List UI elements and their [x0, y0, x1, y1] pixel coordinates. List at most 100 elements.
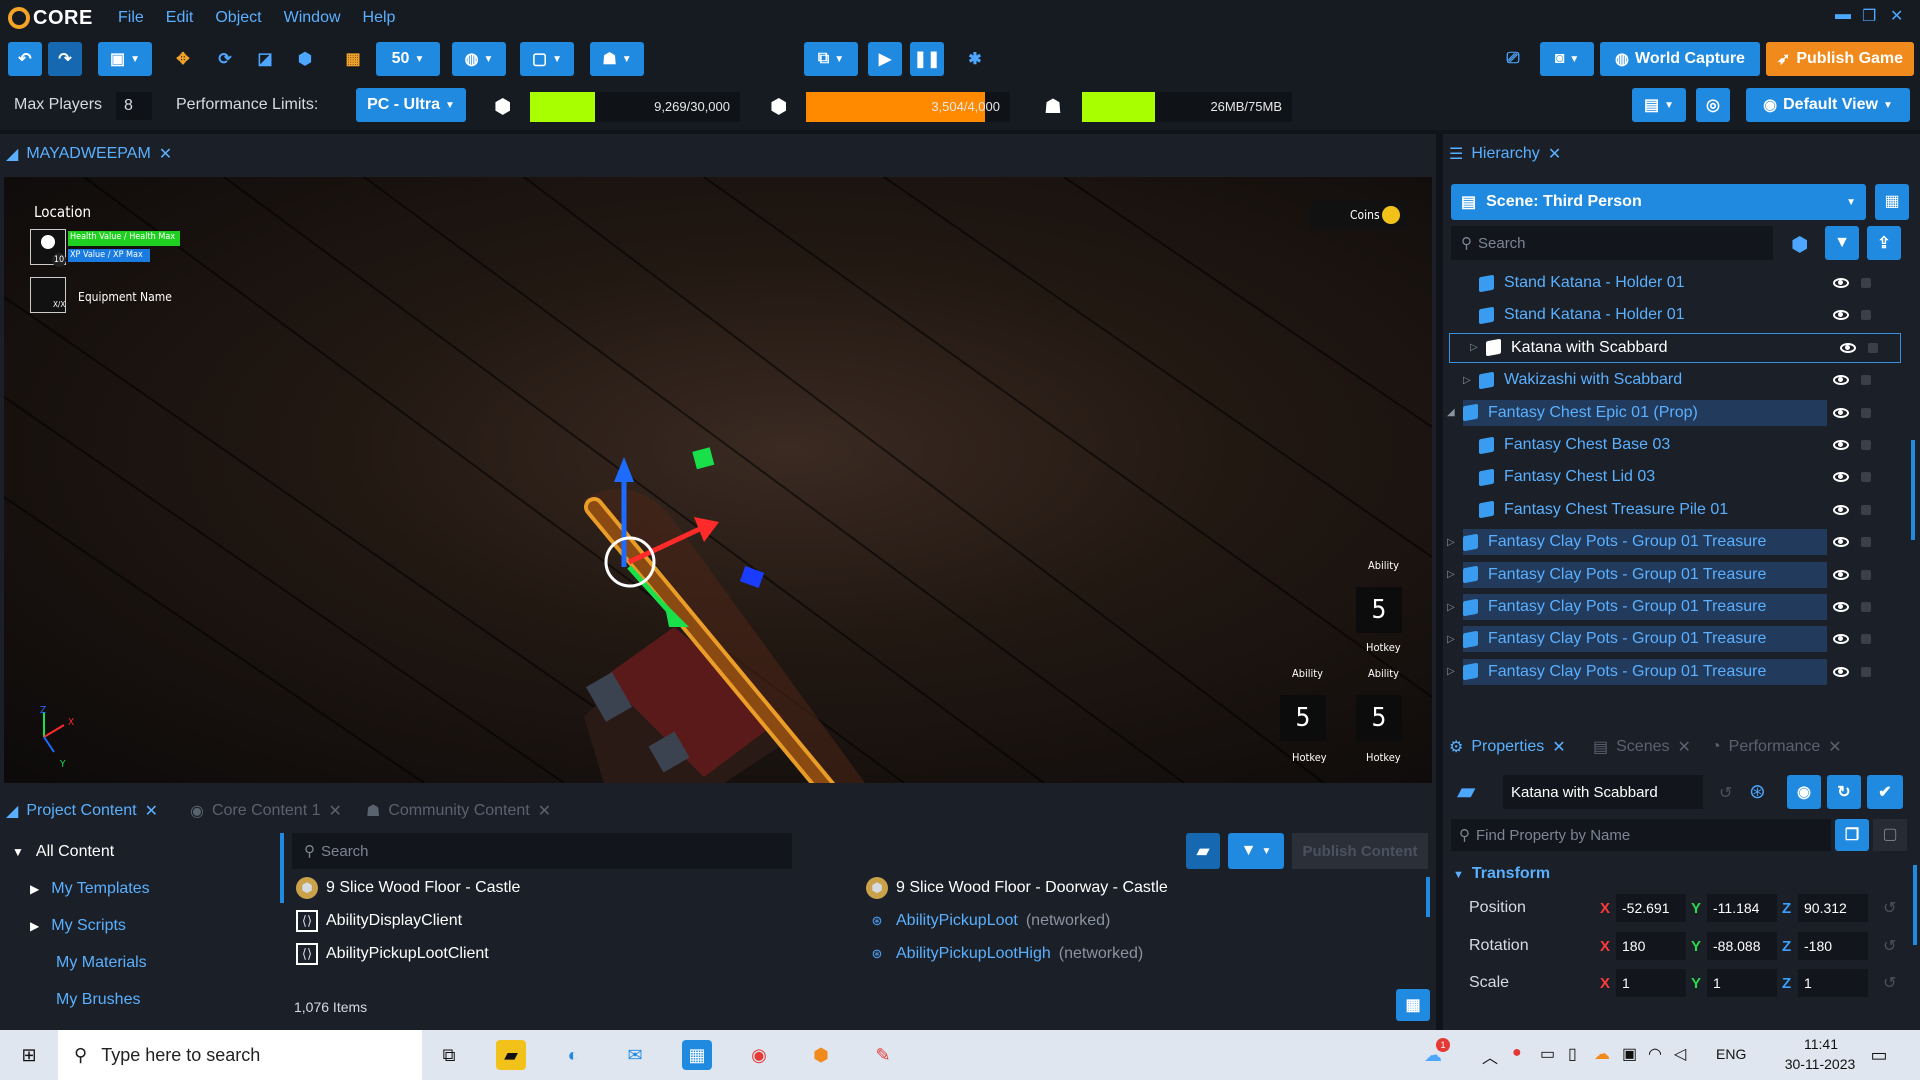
filter-button[interactable]: ▼: [1825, 226, 1859, 260]
visibility-eye-icon[interactable]: [1833, 634, 1849, 645]
multiplayer-preview-dropdown[interactable]: ⧉ ▼: [804, 42, 858, 76]
hierarchy-item[interactable]: Fantasy Chest Lid 03: [1443, 462, 1903, 492]
lock-icon[interactable]: [1861, 569, 1871, 580]
lock-icon[interactable]: [1861, 537, 1871, 548]
hierarchy-item[interactable]: ▷ Fantasy Clay Pots - Group 01 Treasure: [1443, 560, 1903, 590]
tree-my-materials[interactable]: My Materials: [56, 954, 147, 972]
hierarchy-scrollbar[interactable]: [1911, 440, 1915, 540]
panel-divider[interactable]: [1436, 134, 1443, 1030]
reset-scale-icon[interactable]: ↺: [1883, 973, 1896, 993]
content-item[interactable]: ⬢ 9 Slice Wood Floor - Doorway - Castle: [866, 877, 1168, 899]
screenshot-button[interactable]: ⎚: [1496, 42, 1530, 76]
camera-view-dropdown[interactable]: ▢ ▼: [520, 42, 574, 76]
tray-chevron-up-icon[interactable]: ︿: [1482, 1044, 1498, 1068]
reset-position-icon[interactable]: ↺: [1883, 898, 1896, 918]
chevron-right-icon[interactable]: ▷: [1447, 602, 1455, 613]
tab-core-content[interactable]: ◉ Core Content 1 ✕: [190, 801, 342, 821]
hierarchy-item[interactable]: ▷ Fantasy Clay Pots - Group 01 Treasure: [1443, 527, 1903, 557]
menu-window[interactable]: Window: [284, 9, 341, 27]
chevron-right-icon[interactable]: ▷: [1447, 634, 1455, 645]
visibility-eye-icon[interactable]: [1833, 602, 1849, 612]
menu-edit[interactable]: Edit: [166, 9, 194, 27]
close-tab-icon[interactable]: ✕: [159, 144, 172, 164]
scene-settings-button[interactable]: ▦: [1875, 184, 1909, 220]
paint-icon[interactable]: ✎: [868, 1040, 898, 1070]
position-x-input[interactable]: -52.691: [1616, 894, 1686, 922]
mail-icon[interactable]: ✉: [620, 1040, 650, 1070]
grid-view-button[interactable]: ▦: [1396, 989, 1430, 1021]
minimize-icon[interactable]: ▬: [1835, 6, 1851, 24]
add-object-icon[interactable]: ⬢: [1791, 232, 1808, 257]
publish-content-button[interactable]: Publish Content: [1292, 833, 1428, 869]
rotation-y-input[interactable]: -88.088: [1707, 932, 1777, 960]
content-item[interactable]: ⟨⟩ AbilityPickupLootClient: [296, 943, 489, 965]
menu-file[interactable]: File: [118, 9, 144, 27]
hierarchy-item[interactable]: Fantasy Chest Base 03: [1443, 430, 1903, 460]
lock-icon[interactable]: [1861, 278, 1871, 288]
visibility-eye-icon[interactable]: [1833, 278, 1849, 288]
visibility-eye-icon[interactable]: [1833, 310, 1849, 321]
world-capture-button[interactable]: ◍ World Capture: [1600, 42, 1760, 76]
content-scrollbar[interactable]: [1426, 877, 1430, 917]
close-tab-icon[interactable]: ✕: [328, 801, 341, 821]
tray-cloud-icon[interactable]: ☁: [1594, 1044, 1610, 1064]
copy-button[interactable]: ❐: [1835, 819, 1869, 851]
edge-icon[interactable]: ◐: [558, 1040, 588, 1070]
hierarchy-item[interactable]: ▷ Katana with Scabbard: [1449, 332, 1901, 363]
tab-viewport[interactable]: ◢ MAYADWEEPAM ✕: [6, 144, 172, 164]
pause-button[interactable]: ❚❚: [910, 42, 944, 76]
close-icon[interactable]: ✕: [1890, 6, 1903, 26]
visibility-eye-icon[interactable]: [1833, 666, 1849, 677]
default-view-dropdown[interactable]: ◉ Default View ▼: [1746, 88, 1910, 122]
hierarchy-item[interactable]: Fantasy Chest Treasure Pile 01: [1443, 495, 1903, 525]
tab-community-content[interactable]: ☗ Community Content ✕: [366, 801, 551, 821]
tray-battery-icon[interactable]: ▭: [1540, 1044, 1555, 1064]
network-icon[interactable]: ⊛: [1749, 779, 1766, 804]
visibility-eye-icon[interactable]: [1833, 375, 1849, 386]
chevron-right-icon[interactable]: ▷: [1447, 537, 1455, 548]
close-tab-icon[interactable]: ✕: [1552, 737, 1565, 757]
lock-icon[interactable]: [1861, 472, 1871, 483]
tray-display-icon[interactable]: ▣: [1622, 1044, 1637, 1064]
hierarchy-search-input[interactable]: ⚲ Search: [1451, 226, 1773, 260]
move-tool-button[interactable]: ✥: [166, 42, 200, 76]
world-dropdown[interactable]: ◍ ▼: [452, 42, 506, 76]
rotate-tool-button[interactable]: ⟳: [208, 42, 242, 76]
scale-y-input[interactable]: 1: [1707, 969, 1777, 997]
link-button[interactable]: ◉: [1787, 775, 1821, 809]
lock-icon[interactable]: [1861, 407, 1871, 418]
hierarchy-item[interactable]: ▷ Fantasy Clay Pots - Group 01 Treasure: [1443, 624, 1903, 654]
menu-help[interactable]: Help: [363, 9, 396, 27]
tree-my-brushes[interactable]: My Brushes: [56, 991, 140, 1009]
position-y-input[interactable]: -11.184: [1707, 894, 1777, 922]
lock-icon[interactable]: [1861, 440, 1871, 450]
close-tab-icon[interactable]: ✕: [145, 801, 158, 821]
tab-scenes[interactable]: ▤ Scenes ✕: [1593, 737, 1691, 757]
content-search-input[interactable]: ⚲ Search: [292, 833, 792, 869]
local-space-button[interactable]: ⬢: [288, 42, 322, 76]
tree-my-scripts[interactable]: ▶ My Scripts: [30, 917, 126, 935]
tray-device-icon[interactable]: ▯: [1568, 1044, 1577, 1064]
chevron-down-icon[interactable]: ◢: [1447, 407, 1455, 418]
tree-all-content[interactable]: ▼ All Content: [12, 843, 114, 861]
chevron-right-icon[interactable]: ▷: [1463, 375, 1471, 386]
grid-snap-button[interactable]: ▦: [336, 42, 370, 76]
reset-button[interactable]: ↻: [1827, 775, 1861, 809]
chrome-icon[interactable]: ◉: [744, 1040, 774, 1070]
hierarchy-item[interactable]: ▷ Wakizashi with Scabbard: [1443, 365, 1903, 395]
windows-start-icon[interactable]: ⊞: [14, 1040, 44, 1070]
hierarchy-item[interactable]: ▷ Fantasy Clay Pots - Group 01 Treasure: [1443, 592, 1903, 622]
redo-button[interactable]: ↷: [48, 42, 82, 76]
save-dropdown[interactable]: ▤ ▼: [1632, 88, 1686, 122]
hierarchy-item[interactable]: Stand Katana - Holder 01: [1443, 268, 1903, 298]
hierarchy-item[interactable]: Stand Katana - Holder 01: [1443, 300, 1903, 330]
close-tab-icon[interactable]: ✕: [1678, 737, 1691, 757]
play-button[interactable]: ▶: [868, 42, 902, 76]
hierarchy-item[interactable]: ◢ Fantasy Chest Epic 01 (Prop): [1443, 398, 1903, 428]
visibility-eye-icon[interactable]: [1833, 569, 1849, 580]
content-filter-button[interactable]: ▼ ▼: [1228, 833, 1284, 869]
collapse-button[interactable]: ⇪: [1867, 226, 1901, 260]
clock-date[interactable]: 30-11-2023: [1770, 1056, 1870, 1072]
content-item[interactable]: ⬢ 9 Slice Wood Floor - Castle: [296, 877, 520, 899]
menu-object[interactable]: Object: [215, 9, 261, 27]
